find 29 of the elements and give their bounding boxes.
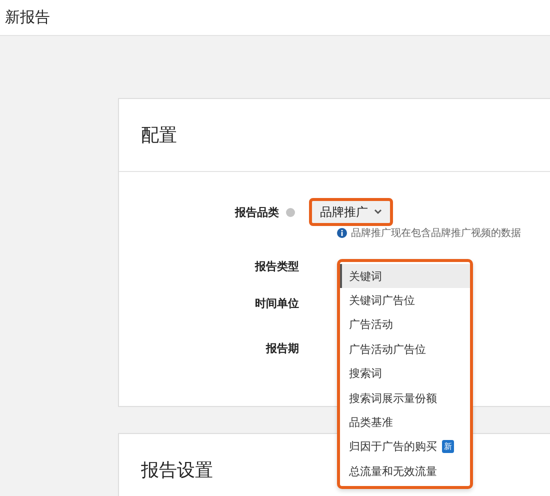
- menu-item[interactable]: 关键词: [340, 264, 470, 288]
- menu-item-label: 广告活动: [349, 317, 393, 332]
- field-label: 报告期: [264, 340, 299, 356]
- category-dropdown[interactable]: 品牌推广: [309, 198, 393, 226]
- menu-item[interactable]: 广告活动: [340, 312, 470, 338]
- menu-item[interactable]: 归因于广告的购买 新: [340, 434, 470, 460]
- menu-item-label: 总流量和无效流量: [349, 464, 437, 479]
- menu-item-label: 搜索词展示量份额: [349, 390, 437, 406]
- menu-item[interactable]: 搜索词展示量份额: [340, 386, 470, 410]
- menu-item[interactable]: 关键词广告位: [340, 288, 470, 313]
- page-title: 新报告: [5, 8, 50, 27]
- field-label: 报告品类: [234, 204, 279, 220]
- field-label: 时间单位: [254, 296, 299, 311]
- menu-item-label: 关键词: [349, 268, 382, 284]
- new-badge: 新: [442, 440, 454, 454]
- caret-icon: [374, 209, 382, 215]
- card-title: 配置: [141, 124, 177, 147]
- menu-item[interactable]: 搜索词: [340, 362, 470, 386]
- menu-item-label: 品类基准: [349, 415, 393, 430]
- hint-text: 品牌推广现在包含品牌推广视频的数据: [351, 226, 521, 240]
- field-label: 报告类型: [254, 259, 299, 274]
- card-title: 报告设置: [141, 459, 213, 482]
- menu-item[interactable]: 总流量和无效流量: [340, 459, 470, 484]
- menu-item-label: 搜索词: [349, 366, 382, 382]
- menu-item[interactable]: 品类基准: [340, 410, 470, 435]
- menu-item-label: 广告活动广告位: [349, 342, 426, 357]
- menu-item[interactable]: 广告活动广告位: [340, 337, 470, 362]
- menu-item-label: 关键词广告位: [349, 293, 415, 308]
- menu-item-label: 归因于广告的购买: [349, 439, 437, 454]
